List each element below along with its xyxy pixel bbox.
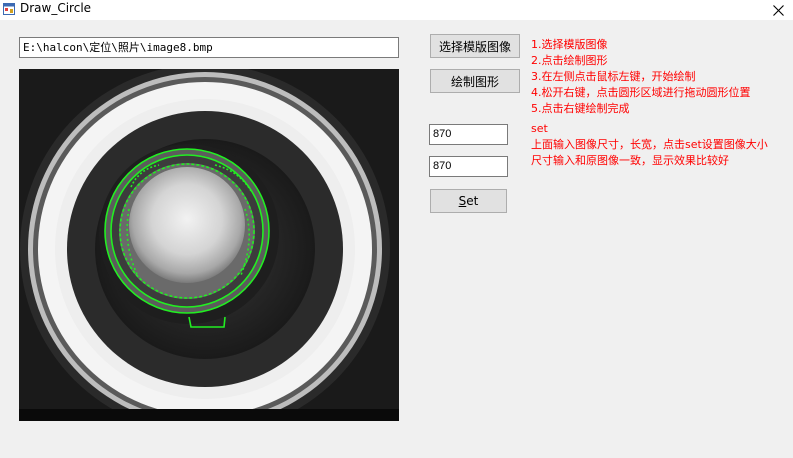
app-window-icon xyxy=(3,3,15,15)
set-button-mnemonic: S xyxy=(458,194,467,208)
image-display-panel[interactable] xyxy=(19,69,399,421)
set-instruction-line-1: 上面输入图像尺寸，长宽，点击set设置图像大小 xyxy=(531,138,768,151)
image-path-field[interactable]: E:\halcon\定位\照片\image8.bmp xyxy=(19,37,399,58)
instruction-step-4: 4.松开右键，点击圆形区域进行拖动圆形位置 xyxy=(531,86,751,99)
image-height-input[interactable]: 870 xyxy=(429,156,508,177)
set-instruction-title: set xyxy=(531,122,548,135)
instruction-step-1: 1.选择模版图像 xyxy=(531,38,608,51)
draw-shape-button[interactable]: 绘制图形 xyxy=(430,69,520,93)
set-button[interactable]: Set xyxy=(430,189,507,213)
instruction-step-2: 2.点击绘制图形 xyxy=(531,54,608,67)
title-bar: Draw_Circle xyxy=(0,0,793,20)
close-icon xyxy=(772,4,784,16)
close-button[interactable] xyxy=(763,0,793,20)
instruction-step-5: 5.点击右键绘制完成 xyxy=(531,102,630,115)
set-button-label: et xyxy=(466,194,479,208)
instruction-step-3: 3.在左侧点击鼠标左键，开始绘制 xyxy=(531,70,696,83)
set-instruction-line-2: 尺寸输入和原图像一致，显示效果比较好 xyxy=(531,154,729,167)
window-title: Draw_Circle xyxy=(20,1,92,15)
camera-image xyxy=(19,69,399,421)
image-width-input[interactable]: 870 xyxy=(429,124,508,145)
select-template-button[interactable]: 选择模版图像 xyxy=(430,34,520,58)
